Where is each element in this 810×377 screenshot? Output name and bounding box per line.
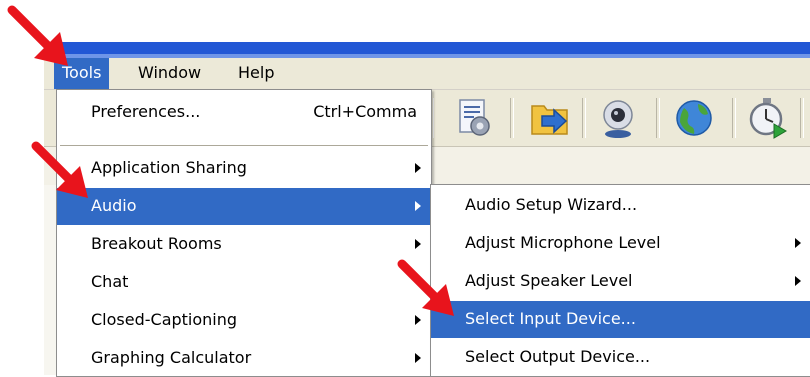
menu-help[interactable]: Help [230,58,282,89]
settings-document-icon[interactable] [452,96,496,140]
menu-item-label: Application Sharing [91,158,247,177]
toolbar-separator [656,98,660,138]
menu-item-application-sharing[interactable]: Application Sharing [57,150,431,187]
annotation-arrow-icon [31,141,88,198]
menu-item-label: Chat [91,272,129,291]
toolbar-separator [800,98,804,138]
stopwatch-play-icon[interactable] [746,96,790,140]
submenu-arrow-icon [415,353,421,363]
tools-menu: Preferences... Ctrl+Comma Application Sh… [56,89,432,377]
submenu-arrow-icon [795,276,801,286]
annotation-arrow-icon [397,259,454,316]
menu-window[interactable]: Window [130,58,209,89]
globe-icon[interactable] [672,96,716,140]
menu-item-audio[interactable]: Audio [57,188,431,225]
menu-item-label: Closed-Captioning [91,310,238,329]
audio-submenu: Audio Setup Wizard... Adjust Microphone … [430,184,810,377]
shortcut-label: Ctrl+Comma [313,102,417,121]
folder-arrow-icon[interactable] [528,96,572,140]
menu-separator [60,145,428,146]
toolbar-separator [582,98,586,138]
toolbar-separator [510,98,514,138]
menu-item-label: Audio [91,196,137,215]
menu-item-chat[interactable]: Chat [57,264,431,301]
menu-item-label: Preferences... [91,102,201,121]
menu-item-label: Select Input Device... [465,309,636,328]
submenu-arrow-icon [415,239,421,249]
toolbar-separator [732,98,736,138]
menu-item-label: Adjust Microphone Level [465,233,661,252]
menu-item-label: Adjust Speaker Level [465,271,633,290]
menu-item-select-input-device[interactable]: Select Input Device... [431,301,810,338]
menu-item-label: Graphing Calculator [91,348,252,367]
menu-item-adjust-speaker-level[interactable]: Adjust Speaker Level [431,263,810,300]
menu-item-preferences[interactable]: Preferences... Ctrl+Comma [57,94,431,131]
menu-item-select-output-device[interactable]: Select Output Device... [431,339,810,376]
menu-item-audio-setup-wizard[interactable]: Audio Setup Wizard... [431,187,810,224]
submenu-arrow-icon [795,238,801,248]
menu-item-label: Audio Setup Wizard... [465,195,638,214]
webcam-icon[interactable] [596,96,640,140]
submenu-arrow-icon [415,201,421,211]
annotation-arrow-icon [7,5,68,66]
menu-item-label: Breakout Rooms [91,234,222,253]
menu-item-breakout-rooms[interactable]: Breakout Rooms [57,226,431,263]
menu-bar: Tools Window Help [44,58,810,90]
menu-item-label: Select Output Device... [465,347,651,366]
submenu-arrow-icon [415,163,421,173]
menu-item-closed-captioning[interactable]: Closed-Captioning [57,302,431,339]
menu-item-graphing-calculator[interactable]: Graphing Calculator [57,340,431,377]
menu-item-adjust-microphone-level[interactable]: Adjust Microphone Level [431,225,810,262]
